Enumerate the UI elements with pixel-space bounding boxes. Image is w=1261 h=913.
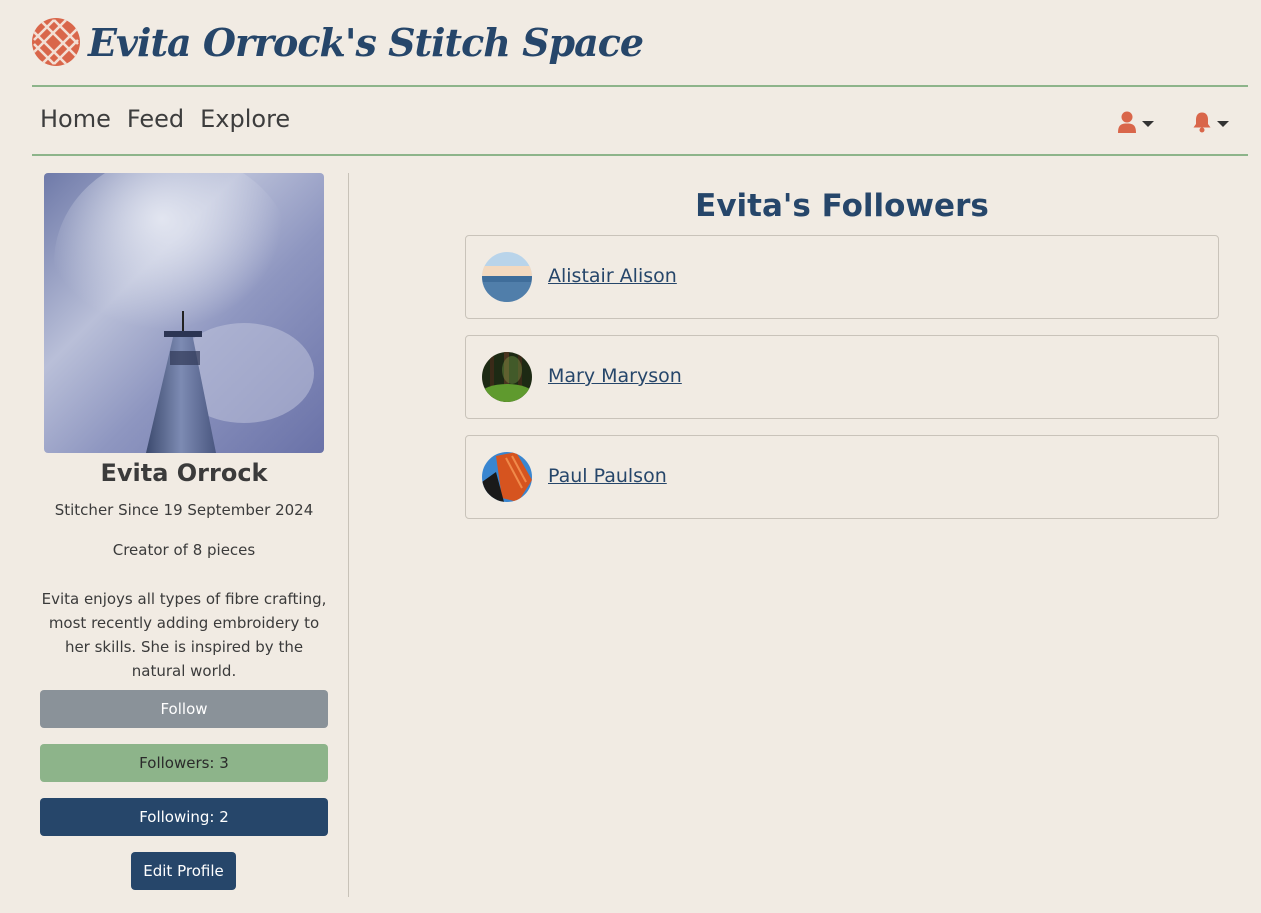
site-title[interactable]: Evita Orrock's Stitch Space [88, 20, 644, 65]
edit-profile-button[interactable]: Edit Profile [131, 852, 236, 890]
cross-stitch-logo-icon[interactable] [32, 18, 80, 66]
profile-bio: Evita enjoys all types of fibre crafting… [41, 590, 327, 680]
followers-count-button[interactable]: Followers: 3 [40, 744, 328, 782]
avatar[interactable] [482, 452, 532, 502]
follower-name-link[interactable]: Mary Maryson [548, 365, 682, 387]
follower-card: Alistair Alison [465, 235, 1219, 319]
avatar[interactable] [482, 252, 532, 302]
nav-link-home[interactable]: Home [40, 105, 111, 133]
page-title: Evita's Followers [695, 188, 989, 224]
profile-photo [44, 173, 324, 453]
profile-name: Evita Orrock [100, 459, 268, 487]
profile-member-since: Stitcher Since 19 September 2024 [54, 501, 314, 519]
chevron-down-icon [1217, 121, 1229, 127]
follow-button[interactable]: Follow [40, 690, 328, 728]
follower-card: Mary Maryson [465, 335, 1219, 419]
chevron-down-icon [1142, 121, 1154, 127]
profile-sidebar: Evita Orrock Stitcher Since 19 September… [32, 173, 336, 897]
sidebar-divider [348, 173, 349, 897]
profile-piece-count: Creator of 8 pieces [112, 541, 256, 559]
main-navbar: Home Feed Explore [32, 87, 1248, 154]
follower-name-link[interactable]: Paul Paulson [548, 465, 667, 487]
nav-link-feed[interactable]: Feed [127, 105, 184, 133]
user-menu-dropdown[interactable] [1117, 111, 1154, 137]
bell-icon [1192, 111, 1212, 137]
nav-link-explore[interactable]: Explore [200, 105, 290, 133]
follower-name-link[interactable]: Alistair Alison [548, 265, 677, 287]
following-count-button[interactable]: Following: 2 [40, 798, 328, 836]
header-divider-bottom [32, 154, 1248, 156]
site-header: Evita Orrock's Stitch Space [32, 12, 644, 72]
user-icon [1117, 111, 1137, 137]
nav-links: Home Feed Explore [40, 105, 290, 133]
notifications-dropdown[interactable] [1192, 111, 1229, 137]
follower-card: Paul Paulson [465, 435, 1219, 519]
avatar[interactable] [482, 352, 532, 402]
